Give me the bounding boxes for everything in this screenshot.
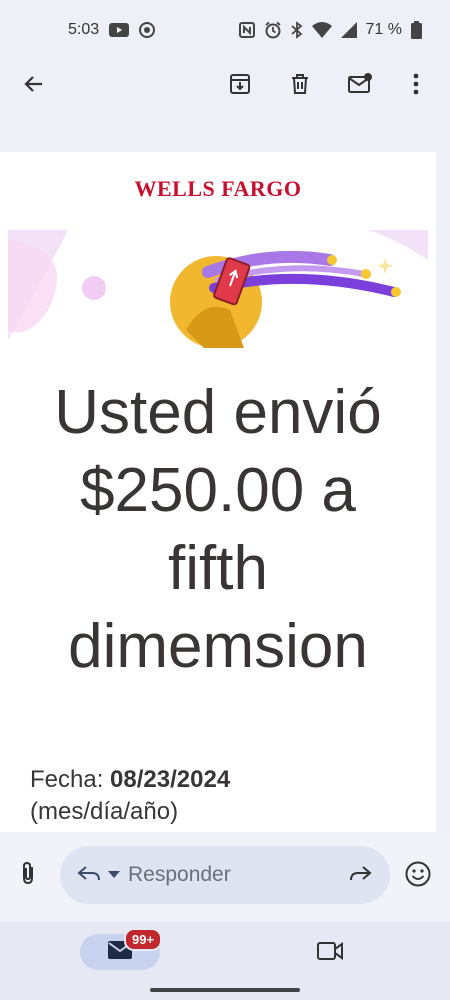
email-body: WELLS FARGO Usted envió $250.00 a fifth bbox=[0, 152, 436, 832]
date-format-hint: (mes/día/año) bbox=[30, 798, 179, 825]
chrome-icon bbox=[139, 22, 156, 38]
signal-icon bbox=[340, 22, 357, 38]
reply-input[interactable] bbox=[128, 863, 318, 887]
nfc-icon bbox=[238, 22, 255, 38]
delete-icon bbox=[288, 72, 312, 101]
back-arrow-icon bbox=[22, 72, 46, 101]
date-value: 08/23/2024 bbox=[110, 766, 231, 793]
email-toolbar bbox=[0, 60, 450, 112]
unread-count-badge: 99+ bbox=[124, 928, 163, 951]
date-line: Fecha: 08/23/2024 bbox=[30, 764, 230, 796]
mark-unread-button[interactable] bbox=[346, 72, 374, 100]
video-camera-icon bbox=[316, 942, 344, 966]
wells-fargo-logo: WELLS FARGO bbox=[134, 176, 302, 201]
hero-illustration bbox=[8, 230, 428, 350]
email-headline: Usted envió $250.00 a fifth dimemsion bbox=[0, 374, 436, 686]
mark-unread-icon bbox=[347, 72, 373, 101]
date-label: Fecha: bbox=[30, 766, 111, 793]
forward-button[interactable] bbox=[348, 864, 372, 887]
status-right: 71 % bbox=[238, 21, 422, 39]
attach-button[interactable] bbox=[18, 860, 38, 891]
paperclip-icon bbox=[18, 861, 38, 890]
reply-options-chevron-icon[interactable] bbox=[108, 866, 120, 884]
meet-tab[interactable] bbox=[316, 940, 344, 967]
status-bar: 5:03 71 % bbox=[0, 0, 450, 60]
status-time: 5:03 bbox=[68, 21, 100, 38]
headline-line-4: dimemsion bbox=[68, 612, 368, 681]
reply-field[interactable] bbox=[60, 846, 390, 904]
battery-icon bbox=[411, 21, 422, 39]
wifi-icon bbox=[311, 22, 332, 38]
headline-line-3: fifth bbox=[168, 534, 268, 603]
reply-icon[interactable] bbox=[76, 863, 102, 888]
back-button[interactable] bbox=[20, 72, 48, 100]
youtube-icon bbox=[109, 23, 130, 37]
delete-button[interactable] bbox=[286, 72, 314, 100]
home-indicator[interactable] bbox=[150, 988, 300, 992]
reply-bar bbox=[0, 832, 450, 922]
emoji-button[interactable] bbox=[404, 860, 432, 893]
more-vert-icon bbox=[413, 73, 419, 100]
more-options-button[interactable] bbox=[402, 72, 430, 100]
bluetooth-icon bbox=[290, 21, 303, 39]
archive-button[interactable] bbox=[226, 72, 254, 100]
emoji-icon bbox=[404, 861, 432, 892]
transaction-date: Fecha: 08/23/2024 (mes/día/año) bbox=[30, 764, 230, 828]
status-left: 5:03 bbox=[68, 21, 156, 39]
archive-icon bbox=[228, 72, 252, 101]
battery-percent: 71 % bbox=[365, 21, 402, 38]
headline-line-1: Usted envió bbox=[54, 378, 382, 447]
alarm-icon bbox=[264, 21, 282, 39]
headline-line-2: $250.00 a bbox=[80, 456, 356, 525]
